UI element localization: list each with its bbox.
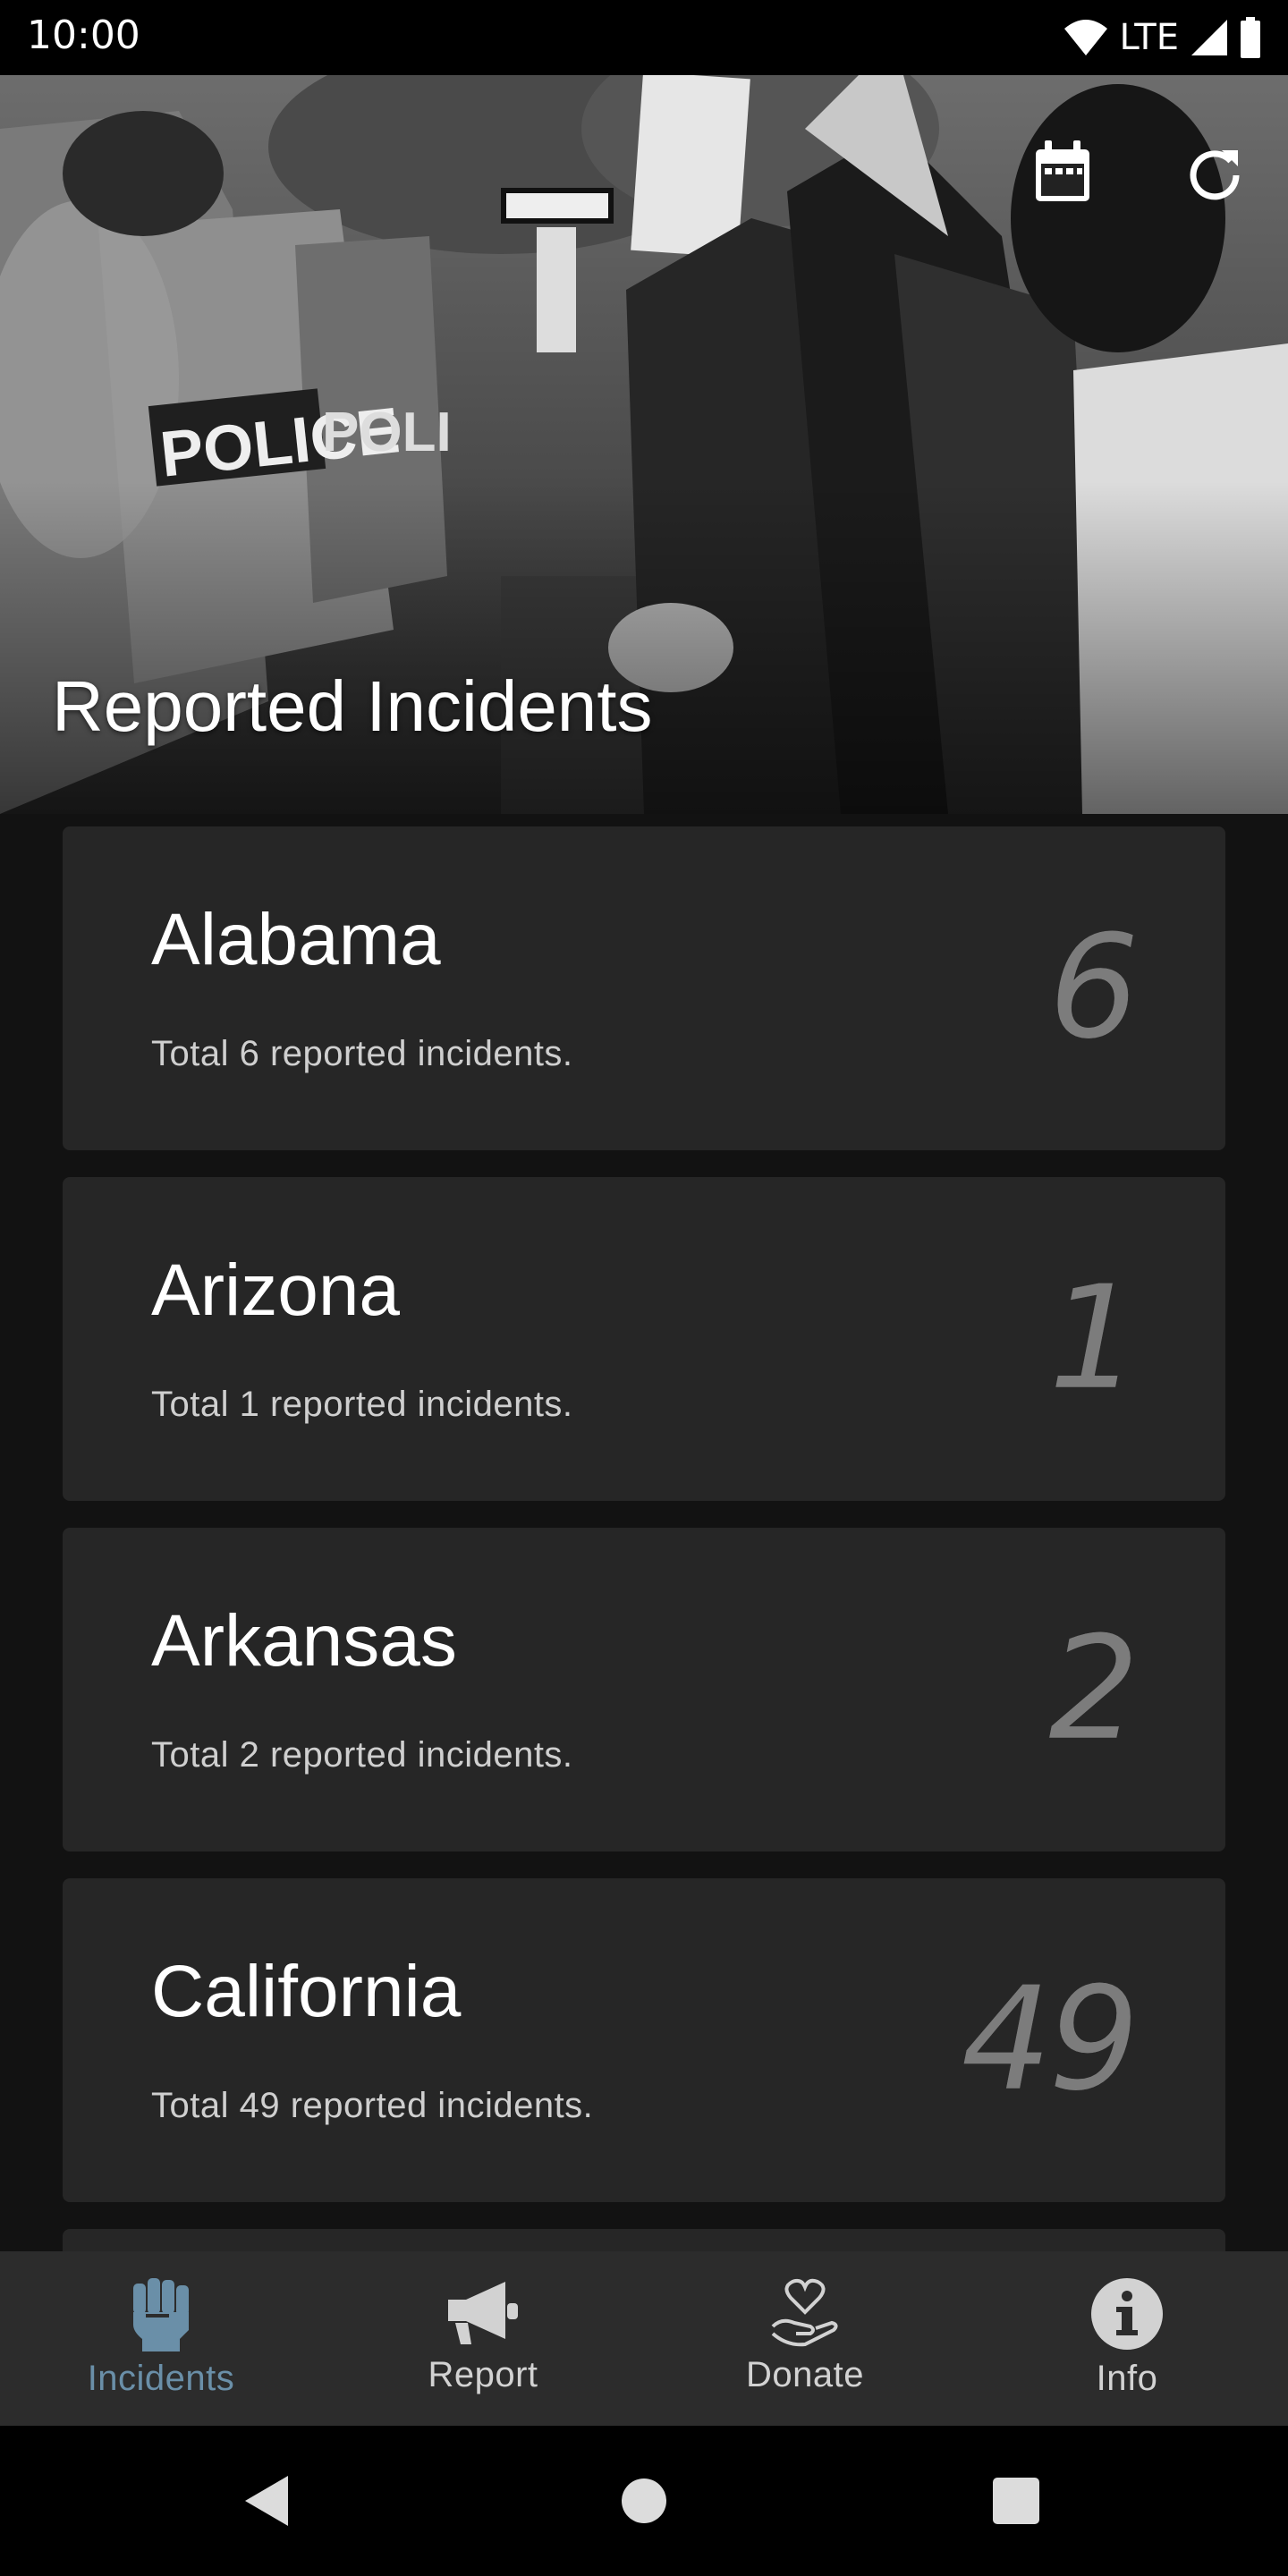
calendar-button[interactable] [1020, 129, 1106, 215]
refresh-button[interactable] [1172, 129, 1258, 215]
back-triangle-icon [245, 2476, 288, 2526]
nav-donate[interactable]: Donate [644, 2251, 966, 2426]
wifi-icon [1063, 20, 1107, 55]
state-name: Arkansas [151, 1600, 457, 1682]
state-name: Arizona [151, 1250, 401, 1331]
nav-label: Report [428, 2355, 538, 2394]
incident-card-arizona[interactable]: Arizona Total 1 reported incidents. 1 [63, 1177, 1225, 1501]
state-name: Alabama [151, 899, 441, 980]
nav-report[interactable]: Report [322, 2251, 644, 2426]
home-button[interactable] [621, 2474, 667, 2532]
home-circle-icon [622, 2479, 666, 2523]
state-name: California [151, 1951, 462, 2032]
recents-square-icon [993, 2478, 1039, 2524]
nav-info[interactable]: Info [966, 2251, 1288, 2426]
incident-list[interactable]: Alabama Total 6 reported incidents. 6 Ar… [0, 814, 1288, 2251]
raised-fist-icon [133, 2278, 189, 2351]
incident-description: Total 49 reported incidents. [151, 2086, 594, 2125]
incident-description: Total 2 reported incidents. [151, 1735, 573, 1775]
incident-card-arkansas[interactable]: Arkansas Total 2 reported incidents. 2 [63, 1528, 1225, 1852]
nav-incidents[interactable]: Incidents [0, 2251, 322, 2426]
nav-label: Incidents [87, 2359, 235, 2398]
incident-card-alabama[interactable]: Alabama Total 6 reported incidents. 6 [63, 826, 1225, 1150]
incident-count: 49 [961, 1955, 1140, 2123]
status-bar: 10:00 LTE [0, 0, 1288, 75]
info-icon [1091, 2278, 1163, 2350]
recents-button[interactable] [991, 2474, 1041, 2532]
calendar-icon [1036, 140, 1089, 201]
back-button[interactable] [242, 2474, 292, 2532]
refresh-icon [1190, 150, 1240, 200]
signal-icon [1191, 20, 1227, 55]
nav-label: Info [1096, 2359, 1158, 2398]
incident-count: 1 [1048, 1254, 1140, 1421]
incident-description: Total 1 reported incidents. [151, 1385, 573, 1424]
megaphone-icon [448, 2282, 518, 2344]
incident-count: 2 [1048, 1605, 1140, 1772]
status-time: 10:00 [27, 13, 140, 58]
header-banner: POLICE POLI Repor [0, 75, 1288, 814]
incident-card-california[interactable]: California Total 49 reported incidents. … [63, 1878, 1225, 2202]
bottom-navigation: Incidents Report Donate Info [0, 2251, 1288, 2426]
system-navigation-bar [0, 2426, 1288, 2576]
incident-description: Total 6 reported incidents. [151, 1034, 573, 1073]
page-title: Reported Incidents [52, 666, 653, 746]
network-label: LTE [1119, 17, 1179, 58]
nav-label: Donate [746, 2355, 864, 2394]
hand-heart-icon [771, 2278, 838, 2347]
status-icons: LTE [1063, 13, 1261, 63]
incident-count: 6 [1048, 903, 1140, 1071]
incident-card-partial[interactable] [63, 2229, 1225, 2251]
battery-icon [1241, 17, 1260, 58]
